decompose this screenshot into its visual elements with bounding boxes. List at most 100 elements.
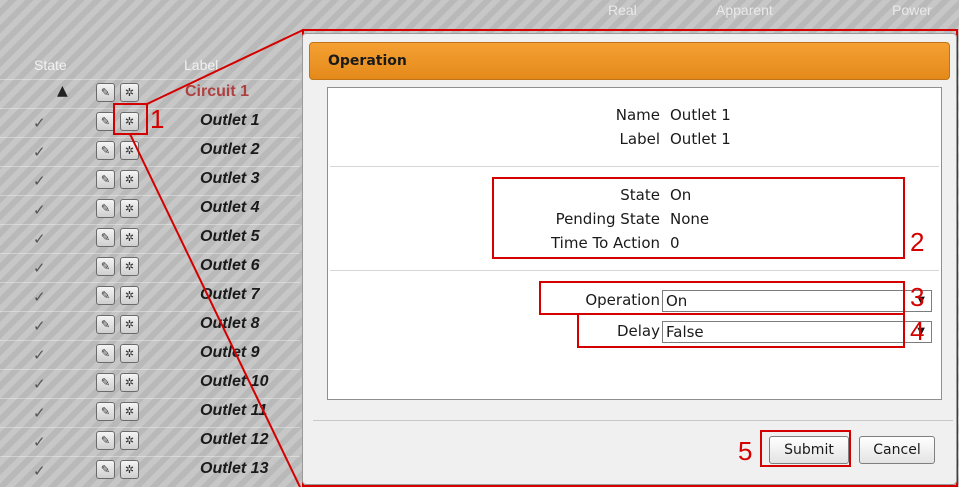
delay-select[interactable]: False ▼ bbox=[662, 321, 932, 343]
gear-icon[interactable]: ✲ bbox=[120, 431, 139, 450]
check-icon: ✓ bbox=[33, 143, 46, 161]
state-value: On bbox=[670, 186, 692, 204]
gear-icon[interactable]: ✲ bbox=[120, 460, 139, 479]
row-label: Outlet 3 bbox=[200, 170, 260, 187]
check-icon: ✓ bbox=[33, 375, 46, 393]
wrench-icon[interactable]: ✎ bbox=[96, 112, 115, 131]
row-label: Outlet 5 bbox=[200, 228, 260, 245]
check-icon: ✓ bbox=[33, 172, 46, 190]
divider bbox=[330, 270, 939, 271]
annotation-number-5: 5 bbox=[738, 436, 753, 466]
annotation-number-1: 1 bbox=[150, 104, 165, 134]
table-row: ✓ ✎ ✲ Outlet 9 bbox=[0, 340, 300, 369]
label-value: Outlet 1 bbox=[670, 130, 731, 148]
check-icon: ✓ bbox=[33, 259, 46, 277]
row-label: Outlet 7 bbox=[200, 286, 260, 303]
table-row: ✓ ✎ ✲ Outlet 11 bbox=[0, 398, 300, 427]
footer-divider bbox=[313, 420, 953, 421]
header-label: Label bbox=[184, 57, 219, 73]
operation-dialog: Operation Name Outlet 1 Label Outlet 1 S… bbox=[302, 33, 957, 485]
gear-icon[interactable]: ✲ bbox=[120, 373, 139, 392]
header-power: Power bbox=[892, 2, 932, 18]
table-row: ✓ ✎ ✲ Outlet 4 bbox=[0, 195, 300, 224]
wrench-icon[interactable]: ✎ bbox=[96, 228, 115, 247]
row-label: Outlet 4 bbox=[200, 199, 260, 216]
annotation-number-4: 4 bbox=[910, 316, 925, 346]
wrench-icon[interactable]: ✎ bbox=[96, 373, 115, 392]
gear-icon[interactable]: ✲ bbox=[120, 199, 139, 218]
gear-icon[interactable]: ✲ bbox=[120, 228, 139, 247]
gear-icon[interactable]: ✲ bbox=[120, 286, 139, 305]
dialog-title: Operation bbox=[309, 42, 950, 80]
row-label: Circuit 1 bbox=[185, 83, 250, 100]
check-icon: ✓ bbox=[33, 346, 46, 364]
gear-icon[interactable]: ✲ bbox=[120, 402, 139, 421]
gear-icon[interactable]: ✲ bbox=[120, 344, 139, 363]
wrench-icon[interactable]: ✎ bbox=[96, 83, 115, 102]
time-to-action-value: 0 bbox=[670, 234, 680, 252]
table-row: ✓ ✎ ✲ Outlet 12 bbox=[0, 427, 300, 456]
wrench-icon[interactable]: ✎ bbox=[96, 199, 115, 218]
wrench-icon[interactable]: ✎ bbox=[96, 170, 115, 189]
wrench-icon[interactable]: ✎ bbox=[96, 315, 115, 334]
check-icon: ✓ bbox=[33, 201, 46, 219]
wrench-icon[interactable]: ✎ bbox=[96, 257, 115, 276]
pending-state-key: Pending State bbox=[555, 210, 660, 228]
check-icon: ✓ bbox=[33, 404, 46, 422]
row-label: Outlet 10 bbox=[200, 373, 269, 390]
table-row: ✓ ✎ ✲ Outlet 10 bbox=[0, 369, 300, 398]
submit-button[interactable]: Submit bbox=[769, 436, 849, 464]
table-row: ✓ ✎ ✲ Outlet 6 bbox=[0, 253, 300, 282]
row-label: Outlet 11 bbox=[200, 402, 268, 419]
delay-label: Delay bbox=[616, 322, 660, 340]
cancel-button[interactable]: Cancel bbox=[859, 436, 935, 464]
gear-icon[interactable]: ✲ bbox=[120, 83, 139, 102]
table-row: ✓ ✎ ✲ Outlet 8 bbox=[0, 311, 300, 340]
table-row: ✓ ✎ ✲ Outlet 7 bbox=[0, 282, 300, 311]
check-icon: ✓ bbox=[33, 462, 46, 480]
delay-select-value: False bbox=[666, 323, 704, 341]
divider bbox=[330, 166, 939, 167]
wrench-icon[interactable]: ✎ bbox=[96, 141, 115, 160]
column-headers-right: Real Apparent Power bbox=[600, 0, 959, 22]
check-icon: ✓ bbox=[33, 288, 46, 306]
table-row: ✓ ✎ ✲ Outlet 5 bbox=[0, 224, 300, 253]
row-label: Outlet 2 bbox=[200, 141, 260, 158]
wrench-icon[interactable]: ✎ bbox=[96, 431, 115, 450]
row-label: Outlet 9 bbox=[200, 344, 260, 361]
name-value: Outlet 1 bbox=[670, 106, 731, 124]
wrench-icon[interactable]: ✎ bbox=[96, 460, 115, 479]
name-key: Name bbox=[615, 106, 660, 124]
gear-icon[interactable]: ✲ bbox=[120, 170, 139, 189]
header-state: State bbox=[34, 57, 67, 73]
annotation-number-2: 2 bbox=[910, 227, 925, 257]
row-label: Outlet 13 bbox=[200, 460, 269, 477]
row-label: Outlet 6 bbox=[200, 257, 260, 274]
wrench-icon[interactable]: ✎ bbox=[96, 402, 115, 421]
check-icon: ✓ bbox=[33, 230, 46, 248]
gear-icon[interactable]: ✲ bbox=[120, 315, 139, 334]
gear-icon[interactable]: ✲ bbox=[120, 141, 139, 160]
time-to-action-key: Time To Action bbox=[550, 234, 660, 252]
operation-label: Operation bbox=[585, 291, 660, 309]
check-icon: ✓ bbox=[33, 317, 46, 335]
warning-icon: ▲ bbox=[57, 83, 68, 99]
state-key: State bbox=[620, 186, 660, 204]
wrench-icon[interactable]: ✎ bbox=[96, 344, 115, 363]
annotation-number-3: 3 bbox=[910, 282, 925, 312]
operation-select[interactable]: On ▼ bbox=[662, 290, 932, 312]
operation-select-value: On bbox=[666, 292, 688, 310]
header-apparent: Apparent bbox=[716, 2, 773, 18]
header-real: Real bbox=[608, 2, 637, 18]
dialog-content: Name Outlet 1 Label Outlet 1 State On Pe… bbox=[327, 87, 942, 400]
check-icon: ✓ bbox=[33, 114, 46, 132]
table-row: ✓ ✎ ✲ Outlet 2 bbox=[0, 137, 300, 166]
row-label: Outlet 8 bbox=[200, 315, 260, 332]
label-key: Label bbox=[619, 130, 660, 148]
pending-state-value: None bbox=[670, 210, 710, 228]
check-icon: ✓ bbox=[33, 433, 46, 451]
wrench-icon[interactable]: ✎ bbox=[96, 286, 115, 305]
gear-icon[interactable]: ✲ bbox=[120, 112, 139, 131]
gear-icon[interactable]: ✲ bbox=[120, 257, 139, 276]
table-row: ✓ ✎ ✲ Outlet 3 bbox=[0, 166, 300, 195]
